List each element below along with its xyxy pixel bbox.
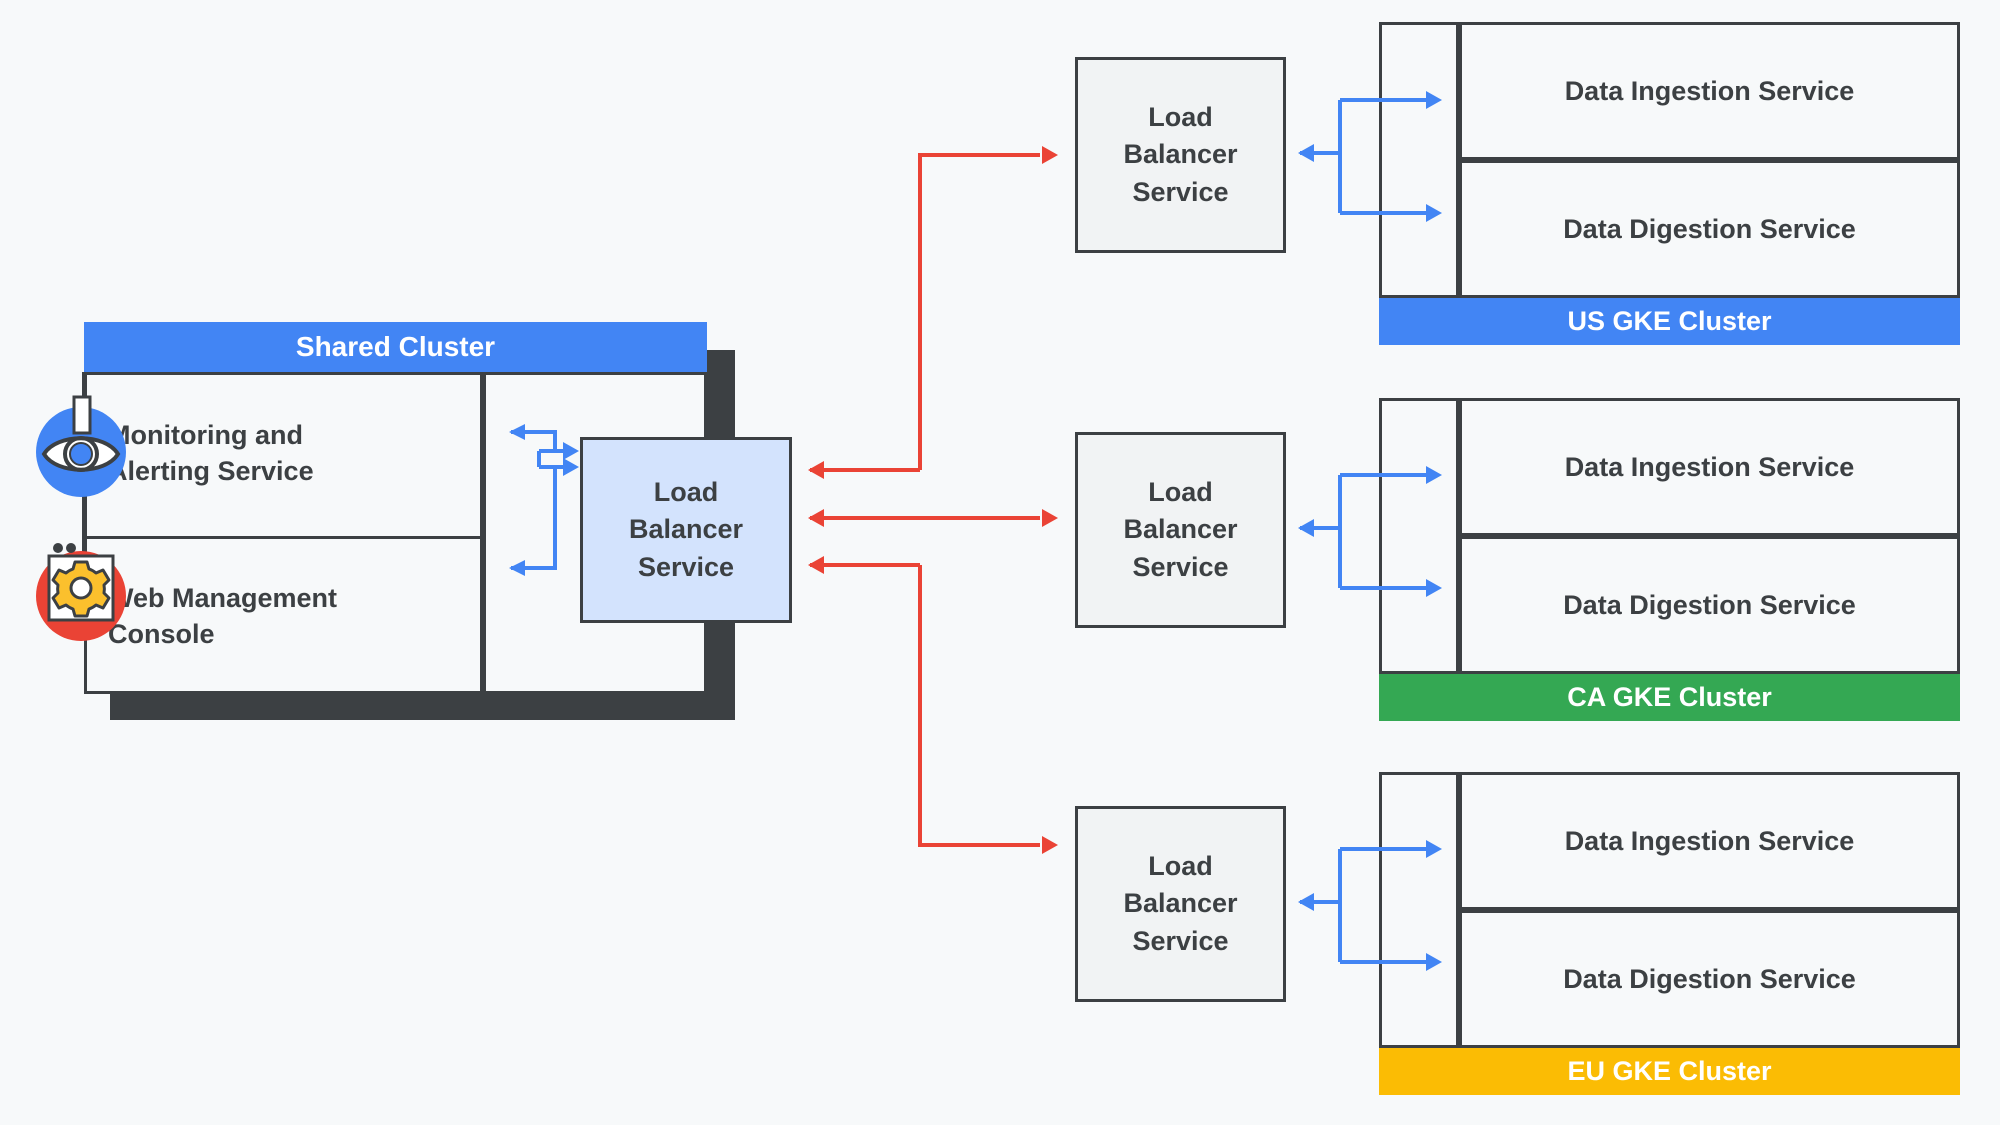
eu-service-ingestion-label: Data Ingestion Service bbox=[1564, 825, 1855, 856]
ca-service-digestion: Data Digestion Service bbox=[1459, 536, 1960, 674]
us-service-digestion-label: Data Digestion Service bbox=[1563, 213, 1856, 244]
us-service-ingestion-label: Data Ingestion Service bbox=[1564, 75, 1855, 106]
ca-load-balancer-box: Load Balancer Service bbox=[1075, 432, 1286, 628]
us-cluster-bar: US GKE Cluster bbox=[1379, 298, 1960, 345]
us-lb-line1: Load bbox=[1148, 102, 1213, 133]
eu-region-connectors bbox=[1298, 840, 1442, 971]
ca-lb-line1: Load bbox=[1148, 477, 1213, 508]
shared-service-web-console: Web Management Console bbox=[84, 539, 483, 694]
us-load-balancer-box: Load Balancer Service bbox=[1075, 57, 1286, 253]
us-service-digestion: Data Digestion Service bbox=[1459, 160, 1960, 298]
eu-lb-line1: Load bbox=[1148, 851, 1213, 882]
eu-lb-line3: Service bbox=[1132, 925, 1229, 956]
shared-lb-line3: Service bbox=[637, 551, 735, 582]
eu-service-digestion-label: Data Digestion Service bbox=[1563, 963, 1856, 994]
ca-cluster-bar: CA GKE Cluster bbox=[1379, 674, 1960, 721]
eye-alert-icon bbox=[26, 395, 136, 507]
shared-service-web-console-line1: Web Management bbox=[108, 582, 338, 613]
shared-service-monitoring: Monitoring and Alerting Service bbox=[84, 372, 483, 536]
us-service-ingestion: Data Ingestion Service bbox=[1459, 22, 1960, 160]
ca-service-ingestion-label: Data Ingestion Service bbox=[1564, 451, 1855, 482]
shared-service-monitoring-line1: Monitoring and bbox=[108, 420, 303, 451]
us-cluster-label: US GKE Cluster bbox=[1567, 306, 1772, 336]
eu-cluster-label: EU GKE Cluster bbox=[1567, 1056, 1772, 1086]
cross-region-connectors bbox=[808, 146, 1058, 854]
us-lb-line2: Balancer bbox=[1123, 139, 1238, 170]
shared-cluster-title: Shared Cluster bbox=[295, 331, 496, 362]
eu-cluster-bar: EU GKE Cluster bbox=[1379, 1048, 1960, 1095]
eu-service-ingestion: Data Ingestion Service bbox=[1459, 772, 1960, 910]
architecture-diagram: Shared Cluster Monitoring and Alerting S… bbox=[0, 0, 2000, 1125]
us-lb-line3: Service bbox=[1132, 176, 1229, 207]
us-region-connectors bbox=[1298, 91, 1442, 222]
ca-lb-line3: Service bbox=[1132, 551, 1229, 582]
ca-service-digestion-label: Data Digestion Service bbox=[1563, 589, 1856, 620]
ca-service-ingestion: Data Ingestion Service bbox=[1459, 398, 1960, 536]
ca-region-connectors bbox=[1298, 466, 1442, 597]
gear-console-icon bbox=[26, 534, 136, 644]
shared-cluster-header: Shared Cluster bbox=[84, 322, 707, 372]
ca-lb-line2: Balancer bbox=[1123, 514, 1238, 545]
eu-lb-line2: Balancer bbox=[1123, 888, 1238, 919]
shared-lb-line2: Balancer bbox=[628, 514, 744, 545]
ca-cluster-label: CA GKE Cluster bbox=[1567, 682, 1772, 712]
shared-cluster-shadow-bottom bbox=[110, 692, 735, 720]
shared-lb-line1: Load bbox=[653, 477, 719, 508]
eu-service-digestion: Data Digestion Service bbox=[1459, 910, 1960, 1048]
shared-load-balancer-box: Load Balancer Service bbox=[580, 437, 792, 623]
shared-service-monitoring-line2: Alerting Service bbox=[108, 456, 314, 486]
eu-load-balancer-box: Load Balancer Service bbox=[1075, 806, 1286, 1002]
